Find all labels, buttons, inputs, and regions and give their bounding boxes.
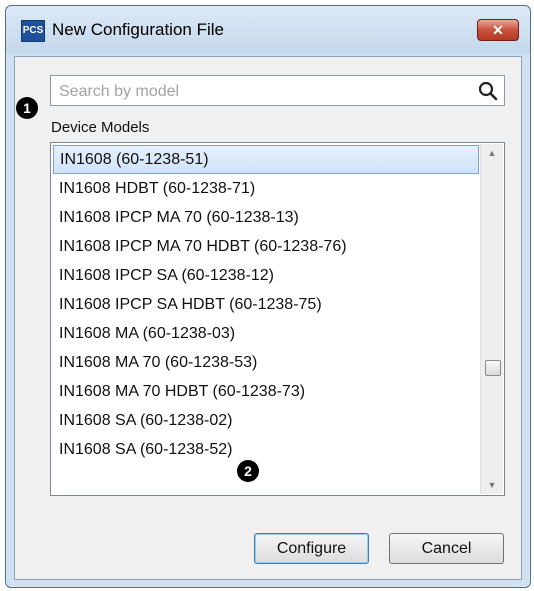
list-item[interactable]: IN1608 MA 70 (60-1238-53) xyxy=(53,348,479,377)
close-icon: ✕ xyxy=(492,22,504,38)
list-scrollbar[interactable]: ▲ ▼ xyxy=(480,144,503,494)
scroll-up-arrow-icon[interactable]: ▲ xyxy=(481,144,503,162)
list-item[interactable]: IN1608 HDBT (60-1238-71) xyxy=(53,174,479,203)
scroll-down-arrow-icon[interactable]: ▼ xyxy=(481,476,503,494)
app-icon: PCS xyxy=(21,20,45,42)
scroll-thumb[interactable] xyxy=(485,360,501,376)
search-input[interactable] xyxy=(57,78,471,105)
device-models-list[interactable]: IN1608 (60-1238-51) IN1608 HDBT (60-1238… xyxy=(50,142,505,496)
list-item[interactable]: IN1608 SA (60-1238-52) xyxy=(53,435,479,464)
list-item-selected[interactable]: IN1608 (60-1238-51) xyxy=(53,145,479,174)
list-item[interactable]: IN1608 MA (60-1238-03) xyxy=(53,319,479,348)
list-item[interactable]: IN1608 IPCP SA HDBT (60-1238-75) xyxy=(53,290,479,319)
title-bar[interactable]: PCS New Configuration File ✕ xyxy=(6,6,530,54)
dialog-window: PCS New Configuration File ✕ Device Mode… xyxy=(5,5,531,588)
search-icon[interactable] xyxy=(478,81,498,101)
list-item[interactable]: IN1608 IPCP SA (60-1238-12) xyxy=(53,261,479,290)
dialog-body: Device Models IN1608 (60-1238-51) IN1608… xyxy=(14,56,522,580)
configure-button[interactable]: Configure xyxy=(254,533,369,564)
search-box xyxy=(50,75,505,106)
callout-badge-2: 2 xyxy=(237,460,259,482)
close-button[interactable]: ✕ xyxy=(477,19,519,41)
list-item[interactable]: IN1608 MA 70 HDBT (60-1238-73) xyxy=(53,377,479,406)
device-models-label: Device Models xyxy=(51,119,150,136)
list-item[interactable]: IN1608 SA (60-1238-02) xyxy=(53,406,479,435)
list-item[interactable]: IN1608 IPCP MA 70 HDBT (60-1238-76) xyxy=(53,232,479,261)
callout-badge-1: 1 xyxy=(16,97,38,119)
cancel-button[interactable]: Cancel xyxy=(389,533,504,564)
window-title: New Configuration File xyxy=(52,20,224,39)
list-item[interactable]: IN1608 IPCP MA 70 (60-1238-13) xyxy=(53,203,479,232)
